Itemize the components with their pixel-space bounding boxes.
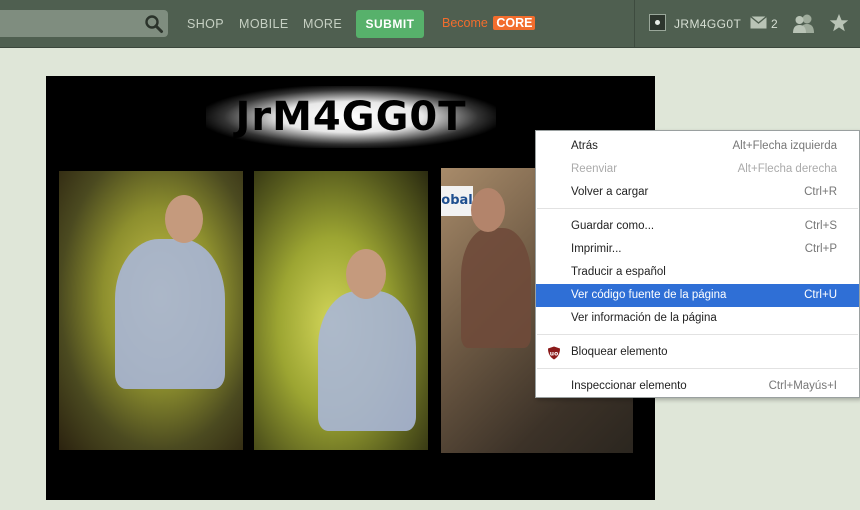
banner-title: JrM4GG0T	[235, 94, 467, 140]
photo-panel-middle	[254, 171, 428, 450]
svg-text:uo: uo	[550, 351, 558, 358]
person-head	[346, 249, 386, 299]
menu-item-imprimir[interactable]: Imprimir... Ctrl+P	[536, 238, 859, 261]
person-figure	[461, 228, 531, 348]
top-bar: SHOP MOBILE MORE SUBMIT Become CORE JRM4…	[0, 0, 860, 48]
core-badge: CORE	[493, 16, 536, 30]
menu-item-label: Traducir a español	[571, 266, 666, 278]
submit-button[interactable]: SUBMIT	[356, 10, 424, 38]
menu-item-guardar-como[interactable]: Guardar como... Ctrl+S	[536, 215, 859, 238]
username[interactable]: JRM4GG0T	[674, 17, 741, 31]
nav-more[interactable]: MORE	[303, 17, 342, 31]
menu-item-shortcut: Ctrl+S	[804, 220, 837, 232]
menu-separator	[537, 368, 858, 369]
topbar-divider	[634, 0, 635, 47]
menu-separator	[537, 334, 858, 335]
menu-item-shortcut: Ctrl+U	[804, 289, 837, 301]
person-head	[165, 195, 203, 243]
sign-text: obal	[441, 186, 473, 216]
nav-mobile[interactable]: MOBILE	[239, 17, 289, 31]
menu-item-bloquear-elemento[interactable]: uo Bloquear elemento	[536, 341, 859, 364]
menu-item-traducir[interactable]: Traducir a español	[536, 261, 859, 284]
menu-item-ver-informacion[interactable]: Ver información de la página	[536, 307, 859, 330]
become-label: Become	[442, 16, 488, 30]
menu-item-shortcut: Alt+Flecha izquierda	[732, 140, 837, 152]
menu-item-ver-codigo-fuente[interactable]: Ver código fuente de la página Ctrl+U	[536, 284, 859, 307]
menu-item-reenviar[interactable]: Reenviar Alt+Flecha derecha	[536, 158, 859, 181]
message-count: 2	[771, 17, 778, 31]
person-head	[471, 188, 505, 232]
search-icon[interactable]	[144, 14, 164, 34]
person-figure	[318, 291, 416, 431]
menu-item-volver-a-cargar[interactable]: Volver a cargar Ctrl+R	[536, 181, 859, 204]
menu-item-shortcut: Ctrl+Mayús+I	[768, 380, 837, 392]
menu-item-label: Ver código fuente de la página	[571, 289, 727, 301]
menu-separator	[537, 208, 858, 209]
menu-item-label: Reenviar	[571, 163, 618, 175]
menu-item-label: Guardar como...	[571, 220, 655, 232]
menu-item-label: Volver a cargar	[571, 186, 649, 198]
person-figure	[115, 239, 225, 389]
become-core-link[interactable]: Become CORE	[442, 16, 536, 30]
menu-item-label: Ver información de la página	[571, 312, 717, 324]
avatar[interactable]	[649, 14, 666, 31]
menu-item-shortcut: Ctrl+P	[804, 243, 837, 255]
search-box	[0, 10, 168, 37]
star-icon[interactable]	[829, 13, 849, 33]
search-input[interactable]	[0, 10, 152, 37]
menu-item-label: Imprimir...	[571, 243, 622, 255]
menu-item-shortcut: Ctrl+R	[804, 186, 837, 198]
mail-icon[interactable]	[750, 16, 767, 29]
menu-item-label: Bloquear elemento	[571, 346, 668, 358]
menu-item-atras[interactable]: Atrás Alt+Flecha izquierda	[536, 135, 859, 158]
photo-panel-left	[59, 171, 243, 450]
menu-item-label: Atrás	[571, 140, 598, 152]
ublock-icon: uo	[548, 346, 560, 360]
menu-item-shortcut: Alt+Flecha derecha	[737, 163, 837, 175]
friends-icon[interactable]	[792, 13, 816, 33]
context-menu: Atrás Alt+Flecha izquierda Reenviar Alt+…	[535, 130, 860, 398]
nav-shop[interactable]: SHOP	[187, 17, 224, 31]
menu-item-inspeccionar-elemento[interactable]: Inspeccionar elemento Ctrl+Mayús+I	[536, 375, 859, 398]
menu-item-label: Inspeccionar elemento	[571, 380, 687, 392]
